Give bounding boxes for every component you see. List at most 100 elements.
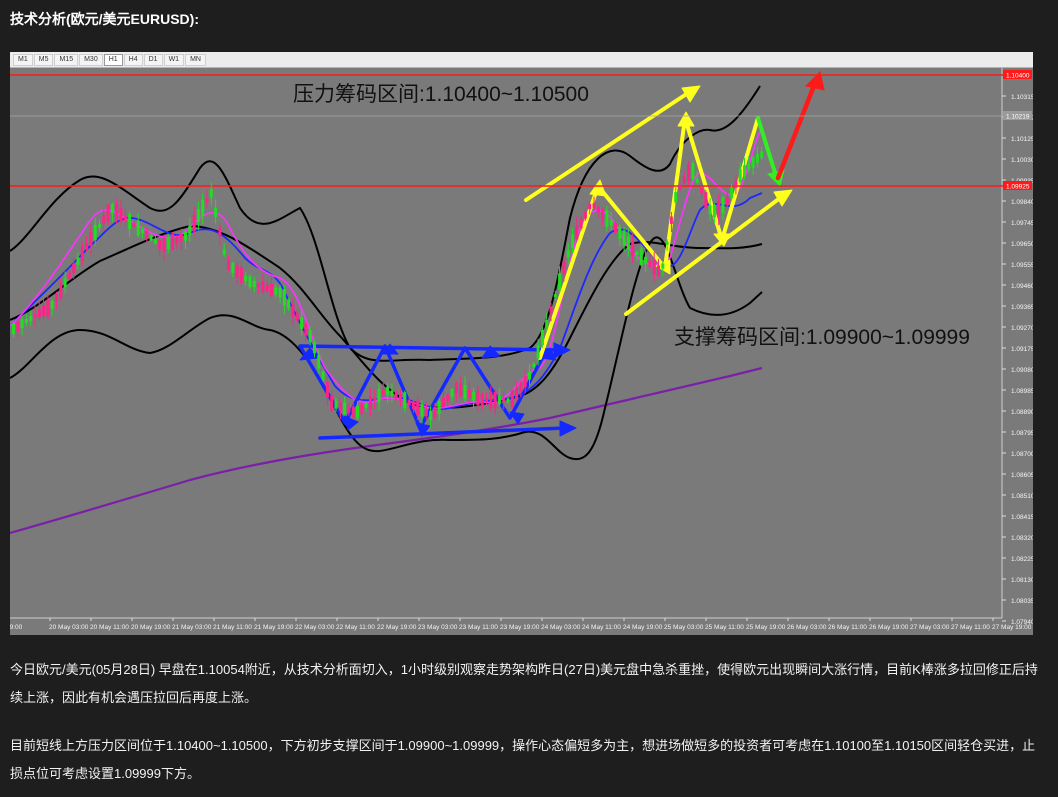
timeframe-button-h1[interactable]: H1 (103, 53, 123, 66)
time-tick-label: 21 May 19:00 (254, 624, 294, 631)
price-tick-label: 1.09175 (1011, 346, 1033, 353)
page-title: 技术分析(欧元/美元EURUSD): (10, 11, 199, 27)
candle-body (364, 403, 368, 408)
price-tick-label: 1.09745 (1011, 220, 1033, 227)
price-tick-label: 1.09840 (1011, 199, 1033, 206)
time-tick-label: 22 May 03:00 (295, 624, 335, 631)
price-marker-label: 1.09925 (1006, 184, 1030, 191)
candle-body (261, 281, 265, 293)
time-tick-label: 20 May 11:00 (90, 624, 129, 631)
candle-body (549, 306, 553, 313)
candle-body (661, 263, 665, 269)
candle-body (317, 355, 321, 369)
time-tick-label: 23 May 03:00 (418, 624, 458, 631)
candle-body (747, 163, 751, 170)
candle-body (416, 400, 420, 415)
time-tick-label: 22 May 11:00 (336, 624, 375, 631)
timeframe-button-w1[interactable]: W1 (163, 53, 185, 66)
candle-body (390, 390, 394, 396)
candle-body (313, 342, 316, 354)
timeframe-button-h4[interactable]: H4 (123, 53, 143, 66)
candle-body (605, 210, 609, 227)
candle-body (244, 275, 248, 282)
candle-body (648, 260, 652, 267)
candle-body (463, 384, 467, 400)
candle-body (205, 198, 209, 203)
candle-body (257, 283, 261, 288)
candle-body (29, 315, 33, 322)
candle-body (287, 299, 291, 309)
timeframe-button-m1[interactable]: M1 (13, 53, 33, 66)
candle-body (678, 184, 682, 190)
candle-body (545, 320, 549, 328)
candle-body (93, 224, 97, 240)
timeframe-button-mn[interactable]: MN (185, 53, 206, 66)
blue-pattern (298, 342, 577, 440)
time-tick-label: 23 May 19:00 (500, 624, 540, 631)
candle-body (446, 394, 450, 402)
timeframe-button-m5[interactable]: M5 (33, 53, 54, 66)
candle-body (506, 398, 510, 402)
candle-body (485, 397, 488, 403)
candle-body (338, 402, 342, 411)
candle-body (717, 200, 721, 217)
candle-body (635, 251, 639, 255)
candle-body (480, 394, 484, 406)
candle-body (98, 224, 101, 228)
candle-body (687, 164, 691, 181)
candle-body (227, 259, 230, 270)
candle-body (695, 178, 699, 183)
price-tick-label: 1.08225 (1011, 556, 1033, 563)
candle-body (351, 406, 355, 417)
candle-body (592, 203, 596, 208)
timeframe-button-d1[interactable]: D1 (143, 53, 163, 66)
candle-body (540, 329, 544, 346)
candle-body (330, 395, 334, 411)
candle-body (282, 289, 286, 306)
price-tick-label: 1.08795 (1011, 430, 1033, 437)
price-tick-label: 1.08605 (1011, 472, 1033, 479)
candle-body (631, 240, 635, 257)
candle-body (166, 237, 170, 250)
candle-body (751, 157, 755, 168)
candle-body (700, 188, 703, 193)
candle-body (42, 305, 46, 317)
candle-body (128, 213, 132, 230)
candle-body (252, 280, 256, 288)
price-tick-label: 1.08130 (1011, 577, 1033, 584)
resistance-zone-label: 压力筹码区间:1.10400~1.10500 (293, 83, 589, 106)
candle-body (583, 211, 587, 219)
candle-body (566, 250, 570, 258)
candle-body (270, 283, 273, 297)
time-tick-label: 19:00 (10, 624, 23, 631)
price-tick-label: 1.10030 (1011, 157, 1033, 164)
timeframe-button-m30[interactable]: M30 (79, 53, 103, 66)
candle-body (665, 241, 669, 245)
price-tick-label: 1.08985 (1011, 388, 1033, 395)
timeframe-toolbar: M1 M5 M15 M30 H1 H4 D1 W1 MN (10, 52, 1033, 68)
candle-body (596, 207, 600, 213)
timeframe-button-m15[interactable]: M15 (54, 53, 79, 66)
yellow-pattern (524, 85, 793, 360)
candle-body (145, 230, 149, 239)
candle-body (712, 204, 716, 218)
candle-body (743, 165, 746, 176)
candle-body (179, 233, 183, 243)
candle-body (278, 287, 282, 298)
candle-body (476, 391, 480, 406)
candle-body (510, 390, 514, 408)
candle-body (403, 392, 407, 409)
price-tick-label: 1.09650 (1011, 241, 1033, 248)
candle-body (691, 163, 695, 179)
bollinger-upper (10, 85, 761, 362)
candle-body (614, 222, 617, 233)
candle-body (394, 392, 398, 399)
candle-body (325, 381, 329, 398)
candle-body (76, 257, 80, 265)
candle-body (368, 396, 372, 409)
time-axis: 19:00 20 May 03:0020 May 11:0020 May 19:0… (10, 618, 1032, 631)
candle-body (291, 303, 295, 317)
red-arrow (775, 71, 825, 181)
candle-body (20, 319, 24, 329)
time-tick-label: 26 May 11:00 (828, 624, 867, 631)
